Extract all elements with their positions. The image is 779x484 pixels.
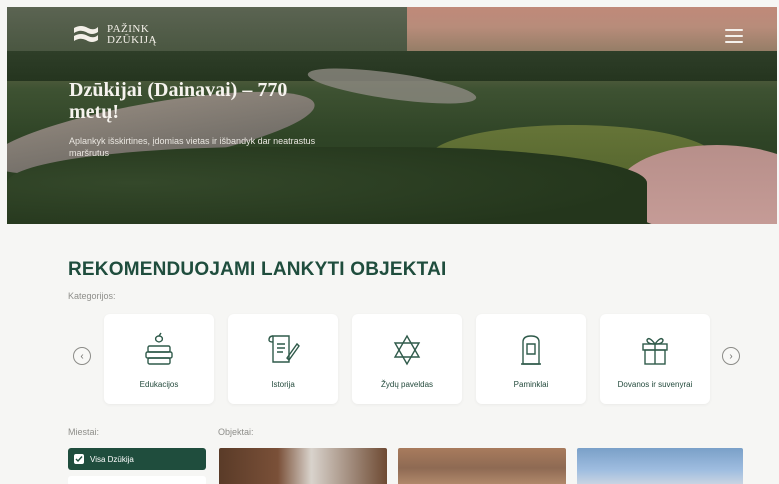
cities-label: Miestai: — [68, 427, 100, 437]
hero-banner: PAŽINK DZŪKIJĄ Dzūkijai (Dainavai) – 770… — [7, 7, 777, 224]
chevron-left-icon: ‹ — [80, 350, 84, 362]
object-card-image[interactable] — [398, 448, 566, 484]
city-filter-next[interactable] — [68, 476, 206, 484]
hero-title: Dzūkijai (Dainavai) – 770 metų! — [69, 79, 288, 123]
gift-icon — [642, 337, 668, 365]
category-card-dovanos[interactable]: Dovanos ir suvenyrai — [600, 314, 710, 404]
logo-text: PAŽINK DZŪKIJĄ — [107, 24, 157, 46]
category-card-zydu-paveldas[interactable]: Žydų paveldas — [352, 314, 462, 404]
hamburger-menu-icon[interactable] — [725, 29, 743, 43]
hero-subtitle: Aplankyk išskirtines, įdomias vietas ir … — [69, 136, 316, 158]
hero-sky-left — [7, 7, 407, 57]
category-label: Edukacijos — [139, 380, 179, 389]
logo-line-2: DZŪKIJĄ — [107, 34, 157, 46]
category-card-edukacijos[interactable]: Edukacijos — [104, 314, 214, 404]
category-label: Paminklai — [513, 380, 549, 389]
checkbox-checked-icon — [74, 454, 84, 464]
logo-mark-icon — [74, 26, 98, 42]
category-label: Istorija — [271, 380, 295, 389]
hero-sky-right — [407, 7, 777, 57]
objects-label: Objektai: — [218, 427, 254, 437]
city-filter-label: Visa Dzūkija — [90, 454, 134, 464]
category-card-paminklai[interactable]: Paminklai — [476, 314, 586, 404]
section-title: REKOMENDUOJAMI LANKYTI OBJEKTAI — [68, 259, 447, 280]
carousel-prev-button[interactable]: ‹ — [73, 347, 91, 365]
categories-label: Kategorijos: — [68, 291, 116, 301]
category-label: Žydų paveldas — [380, 380, 434, 389]
carousel-next-button[interactable]: › — [722, 347, 740, 365]
chevron-right-icon: › — [729, 350, 733, 362]
monument-icon — [521, 335, 541, 365]
object-card-image[interactable] — [219, 448, 387, 484]
category-label: Dovanos ir suvenyrai — [617, 380, 693, 389]
city-filter-visa-dzukija[interactable]: Visa Dzūkija — [68, 448, 206, 470]
star-of-david-icon — [393, 334, 421, 366]
category-card-istorija[interactable]: Istorija — [228, 314, 338, 404]
books-apple-icon — [145, 332, 173, 365]
site-logo[interactable]: PAŽINK DZŪKIJĄ — [71, 23, 157, 47]
scroll-quill-icon — [268, 335, 300, 363]
object-card-image[interactable] — [577, 448, 743, 484]
